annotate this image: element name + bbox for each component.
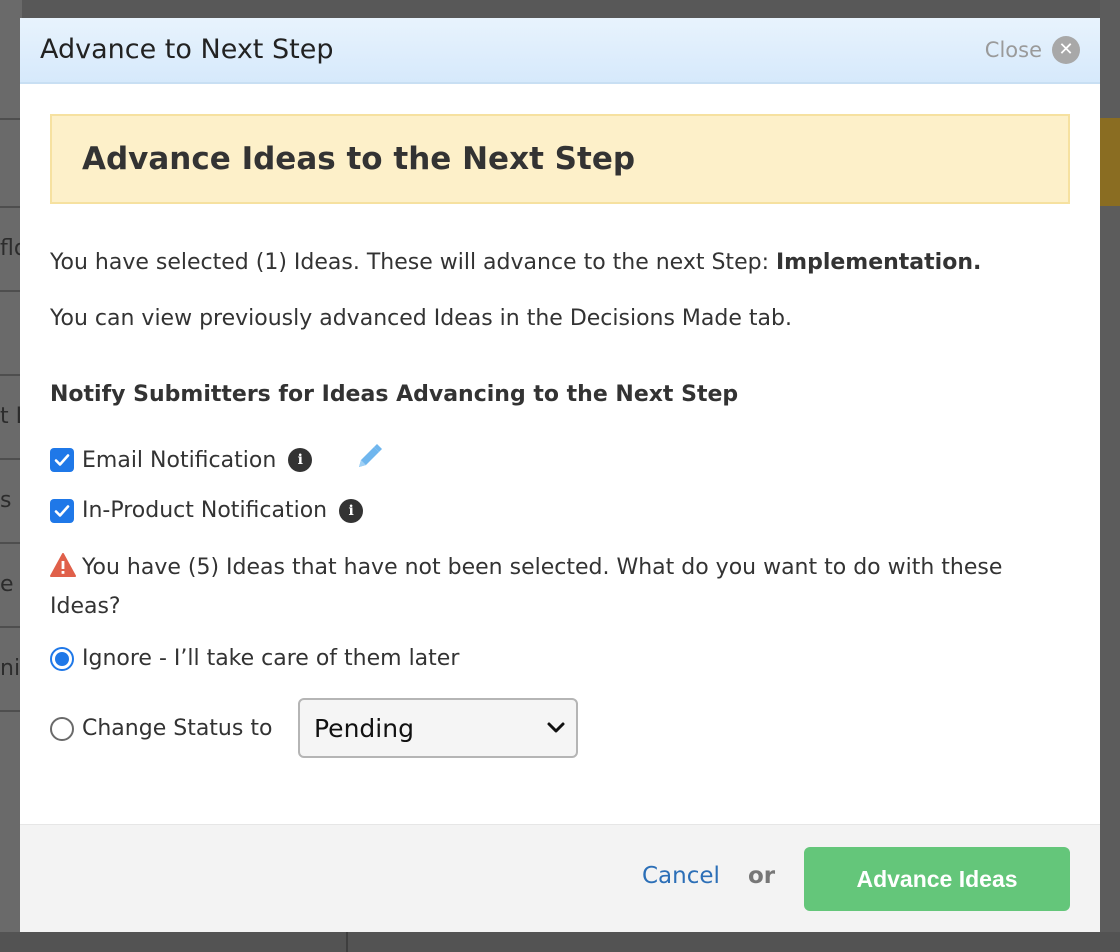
chevron-down-icon [547,722,565,733]
background-divider [0,710,22,712]
background-sidebar [0,0,22,952]
cancel-link[interactable]: Cancel [642,863,720,889]
dialog-header: Advance to Next Step Close ✕ [20,18,1100,84]
banner-title: Advance Ideas to the Next Step [82,141,636,177]
selected-ideas-sentence: You have selected (1) Ideas. These will … [50,250,776,275]
unselected-ideas-warning: You have (5) Ideas that have not been se… [50,550,1050,625]
background-banner [1100,118,1120,206]
status-select[interactable]: Pending [298,698,578,758]
in-product-notification-row: In-Product Notification i [50,498,364,523]
checkmark-icon [54,504,70,517]
warning-text: You have (5) Ideas that have not been se… [50,555,1003,619]
advance-dialog: Advance to Next Step Close ✕ Advance Ide… [20,18,1100,932]
info-icon[interactable]: i [288,448,313,472]
dialog-body: Advance Ideas to the Next Step [20,84,1100,204]
background-divider [0,206,22,208]
close-icon: ✕ [1052,36,1080,64]
background-divider [346,932,348,952]
background-divider [0,626,22,628]
change-status-label: Change Status to [82,716,273,741]
change-status-option-row: Change Status to [50,716,272,741]
background-bottom [0,932,1120,952]
next-step-name: Implementation. [775,250,982,275]
pencil-icon-svg [359,444,383,467]
in-product-notification-label: In-Product Notification [82,498,328,523]
background-divider [0,542,22,544]
close-button[interactable]: Close ✕ [985,36,1080,64]
in-product-notification-checkbox[interactable] [50,498,74,523]
ignore-option-label: Ignore - I’ll take care of them later [82,646,460,671]
pencil-icon[interactable] [354,442,384,478]
ignore-option-row: Ignore - I’ll take care of them later [50,646,459,671]
email-notification-label: Email Notification [82,447,277,473]
background-divider [0,374,22,376]
email-notification-checkbox[interactable] [50,448,74,472]
status-select-value: Pending [314,713,414,743]
background-text-fragment: s [0,488,12,513]
change-status-radio[interactable] [50,716,74,741]
dialog-footer: Cancel or Advance Ideas [20,824,1100,932]
checkmark-icon [54,454,70,466]
step-banner: Advance Ideas to the Next Step [50,114,1070,204]
warning-icon [50,553,76,589]
background-divider [0,458,22,460]
advance-ideas-button[interactable]: Advance Ideas [804,847,1070,911]
or-separator: or [748,863,776,889]
background-divider [0,118,22,120]
dialog-title: Advance to Next Step [40,34,334,65]
selected-ideas-text: You have selected (1) Ideas. These will … [50,250,981,275]
info-icon[interactable]: i [339,498,364,523]
background-divider [0,290,22,292]
ignore-radio[interactable] [50,646,74,671]
close-label: Close [984,38,1042,62]
notify-heading: Notify Submitters for Ideas Advancing to… [50,382,739,407]
decisions-made-text: You can view previously advanced Ideas i… [50,306,792,331]
email-notification-row: Email Notification i [50,442,384,478]
